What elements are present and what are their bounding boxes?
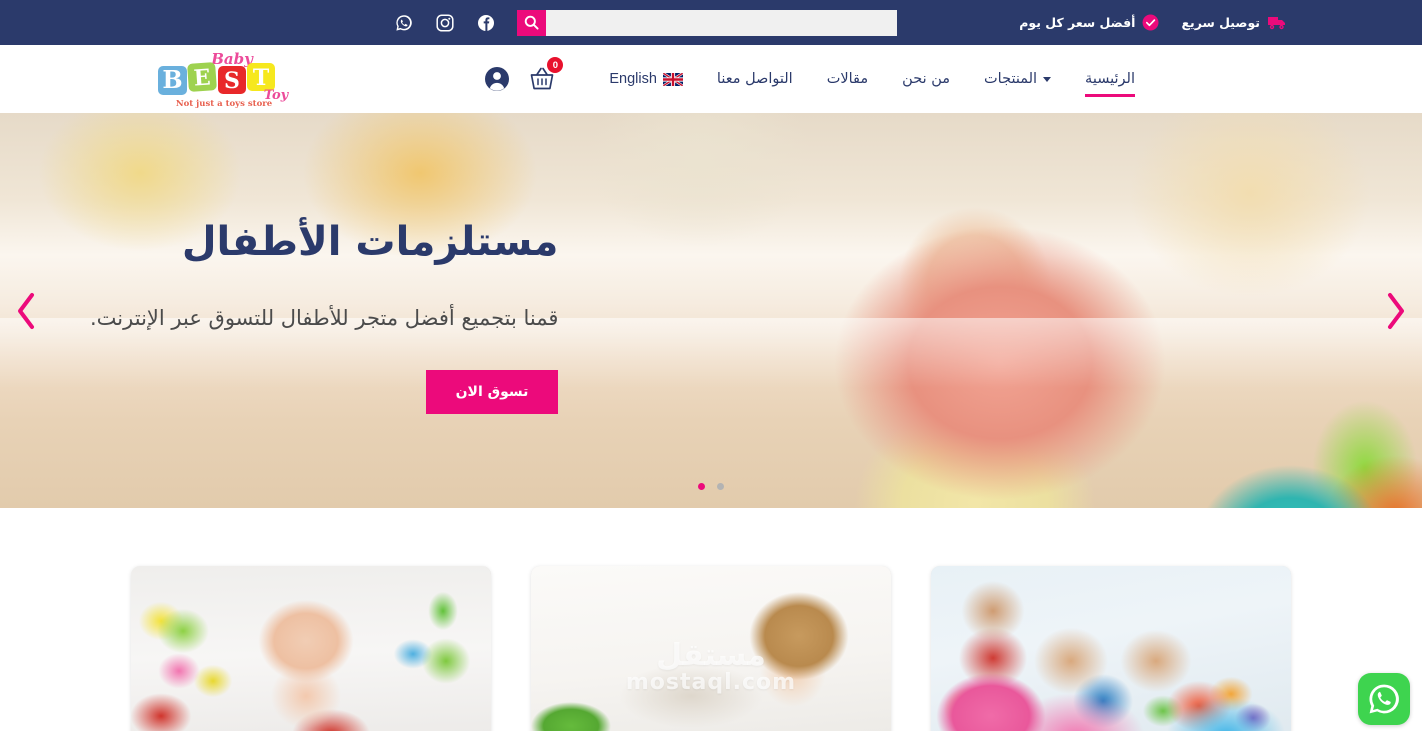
card-kids-shopping-baskets[interactable]: [931, 566, 1291, 731]
nav-item-home-label: الرئيسية: [1085, 71, 1135, 87]
card-baby-crib-toys[interactable]: [131, 566, 491, 731]
search-input[interactable]: [546, 9, 897, 36]
promo-best-price: أفضل سعر كل يوم: [1019, 14, 1159, 31]
card-kids-shopping-baskets-image: [931, 566, 1291, 731]
social-links: [395, 13, 495, 32]
nav-item-products[interactable]: المنتجات: [967, 49, 1068, 109]
chevron-down-icon: [1043, 76, 1052, 82]
promo-best-price-label: أفضل سعر كل يوم: [1019, 15, 1136, 30]
cart-count-badge: 0: [547, 57, 564, 73]
carousel-dot-2[interactable]: [698, 483, 705, 490]
whatsapp-float-button[interactable]: [1358, 673, 1410, 725]
top-bar: توصيل سريع أفضل سعر كل يوم: [0, 0, 1422, 45]
nav-item-contact-label: التواصل معنا: [716, 71, 793, 87]
nav-item-articles[interactable]: مقالات: [810, 49, 885, 109]
top-bar-search-social: [395, 0, 897, 45]
carousel-prev-arrow[interactable]: [13, 290, 39, 332]
facebook-icon[interactable]: [477, 14, 495, 32]
hero-subtitle: قمنا بتجميع أفضل متجر للأطفال للتسوق عبر…: [90, 306, 559, 330]
nav-item-about-label: من نحن: [902, 71, 951, 87]
svg-text:Baby: Baby: [210, 50, 254, 68]
whatsapp-icon[interactable]: [395, 14, 413, 32]
carousel-dots: [0, 483, 1422, 490]
site-logo[interactable]: Baby B E S T Toy Not just a toys store: [144, 49, 304, 109]
svg-text:Not just a toys store: Not just a toys store: [176, 99, 273, 109]
promo-fast-delivery: توصيل سريع: [1181, 15, 1287, 30]
nav-item-products-label: المنتجات: [984, 71, 1038, 87]
account-icon[interactable]: [484, 66, 510, 92]
card-boy-with-toy-image: [531, 566, 891, 731]
search-bar: [517, 9, 897, 36]
hero-title: مستلزمات الأطفال: [181, 219, 559, 265]
nav-utility-icons: 0: [484, 57, 564, 92]
nav-item-contact[interactable]: التواصل معنا: [700, 49, 810, 109]
main-navbar: Baby B E S T Toy Not just a toys store ا…: [0, 45, 1422, 113]
nav-item-home[interactable]: الرئيسية: [1068, 49, 1152, 109]
instagram-icon[interactable]: [436, 13, 454, 32]
language-switcher[interactable]: English: [592, 49, 700, 109]
nav-item-about[interactable]: من نحن: [885, 49, 967, 109]
card-baby-crib-toys-image: [131, 566, 491, 731]
uk-flag-icon: [662, 72, 683, 86]
nav-items: الرئيسية المنتجات من نحن مقالات التواصل …: [592, 49, 1152, 109]
carousel-next-arrow[interactable]: [1383, 290, 1409, 332]
svg-text:B: B: [162, 65, 182, 94]
svg-text:E: E: [193, 64, 212, 91]
carousel-dot-1[interactable]: [717, 483, 724, 490]
truck-icon: [1267, 15, 1287, 30]
check-circle-icon: [1142, 14, 1159, 31]
hero-content: مستلزمات الأطفال قمنا بتجميع أفضل متجر ل…: [90, 218, 559, 414]
shop-now-button[interactable]: تسوق الان: [425, 370, 559, 414]
language-label: English: [609, 71, 657, 87]
search-button[interactable]: [517, 9, 546, 36]
nav-item-articles-label: مقالات: [826, 71, 869, 87]
hero-carousel: مستلزمات الأطفال قمنا بتجميع أفضل متجر ل…: [0, 113, 1422, 508]
cart-button[interactable]: 0: [528, 57, 564, 92]
promo-fast-delivery-label: توصيل سريع: [1181, 15, 1260, 30]
top-bar-promos: توصيل سريع أفضل سعر كل يوم: [1019, 14, 1287, 31]
category-cards-section: مستقل mostaql.com: [0, 508, 1422, 731]
svg-text:S: S: [224, 68, 240, 94]
card-boy-with-toy[interactable]: مستقل mostaql.com: [531, 566, 891, 731]
